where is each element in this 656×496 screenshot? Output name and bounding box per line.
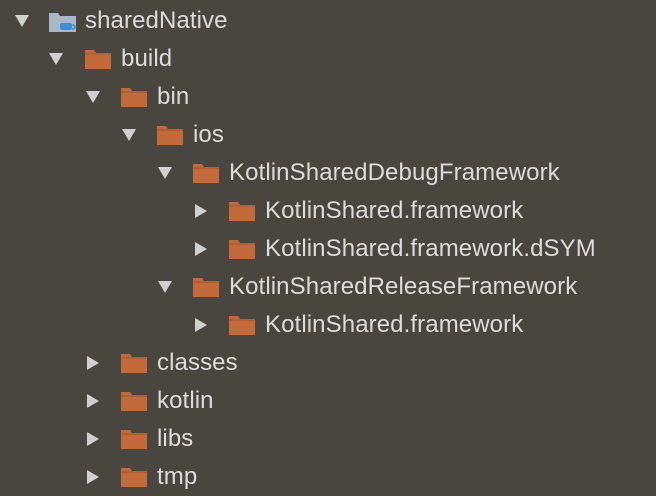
folder-icon — [192, 276, 220, 298]
folder-icon — [192, 162, 220, 184]
module-folder-icon — [48, 10, 76, 32]
tree-row-libs[interactable]: libs — [0, 420, 656, 458]
tree-item-label: tmp — [157, 463, 198, 490]
tree-row-ios[interactable]: ios — [0, 116, 656, 154]
chevron-right-icon[interactable] — [84, 354, 102, 372]
chevron-down-icon[interactable] — [84, 88, 102, 106]
folder-icon — [120, 390, 148, 412]
folder-icon — [84, 48, 112, 70]
folder-icon — [120, 428, 148, 450]
chevron-down-icon[interactable] — [156, 278, 174, 296]
folder-icon — [120, 466, 148, 488]
tree-item-label: KotlinShared.framework — [265, 197, 524, 224]
tree-item-label: sharedNative — [85, 7, 228, 34]
chevron-down-icon[interactable] — [120, 126, 138, 144]
folder-icon — [228, 200, 256, 222]
tree-row-sharedNative[interactable]: sharedNative — [0, 2, 656, 40]
tree-item-label: KotlinShared.framework.dSYM — [265, 235, 596, 262]
folder-icon — [120, 352, 148, 374]
chevron-right-icon[interactable] — [84, 392, 102, 410]
tree-row-build[interactable]: build — [0, 40, 656, 78]
tree-item-label: kotlin — [157, 387, 214, 414]
folder-icon — [156, 124, 184, 146]
folder-icon — [228, 238, 256, 260]
tree-row-classes[interactable]: classes — [0, 344, 656, 382]
tree-row-kotlin[interactable]: kotlin — [0, 382, 656, 420]
chevron-right-icon[interactable] — [84, 430, 102, 448]
tree-item-label: ios — [193, 121, 224, 148]
tree-item-label: libs — [157, 425, 194, 452]
project-tree: sharedNative build bin ios KotlinSharedD… — [0, 0, 656, 496]
tree-row-framework-dsym[interactable]: KotlinShared.framework.dSYM — [0, 230, 656, 268]
tree-item-label: KotlinShared.framework — [265, 311, 524, 338]
folder-icon — [120, 86, 148, 108]
chevron-right-icon[interactable] — [84, 468, 102, 486]
tree-item-label: KotlinSharedReleaseFramework — [229, 273, 578, 300]
chevron-down-icon[interactable] — [156, 164, 174, 182]
tree-row-framework-release[interactable]: KotlinShared.framework — [0, 306, 656, 344]
chevron-right-icon[interactable] — [192, 240, 210, 258]
tree-row-framework[interactable]: KotlinShared.framework — [0, 192, 656, 230]
folder-icon — [228, 314, 256, 336]
tree-item-label: KotlinSharedDebugFramework — [229, 159, 560, 186]
tree-row-debug-framework[interactable]: KotlinSharedDebugFramework — [0, 154, 656, 192]
tree-row-release-framework[interactable]: KotlinSharedReleaseFramework — [0, 268, 656, 306]
chevron-down-icon[interactable] — [13, 12, 31, 30]
chevron-right-icon[interactable] — [192, 316, 210, 334]
tree-item-label: build — [121, 45, 173, 72]
tree-row-bin[interactable]: bin — [0, 78, 656, 116]
chevron-down-icon[interactable] — [47, 50, 65, 68]
tree-item-label: classes — [157, 349, 238, 376]
tree-item-label: bin — [157, 83, 190, 110]
chevron-right-icon[interactable] — [192, 202, 210, 220]
tree-row-tmp[interactable]: tmp — [0, 458, 656, 496]
